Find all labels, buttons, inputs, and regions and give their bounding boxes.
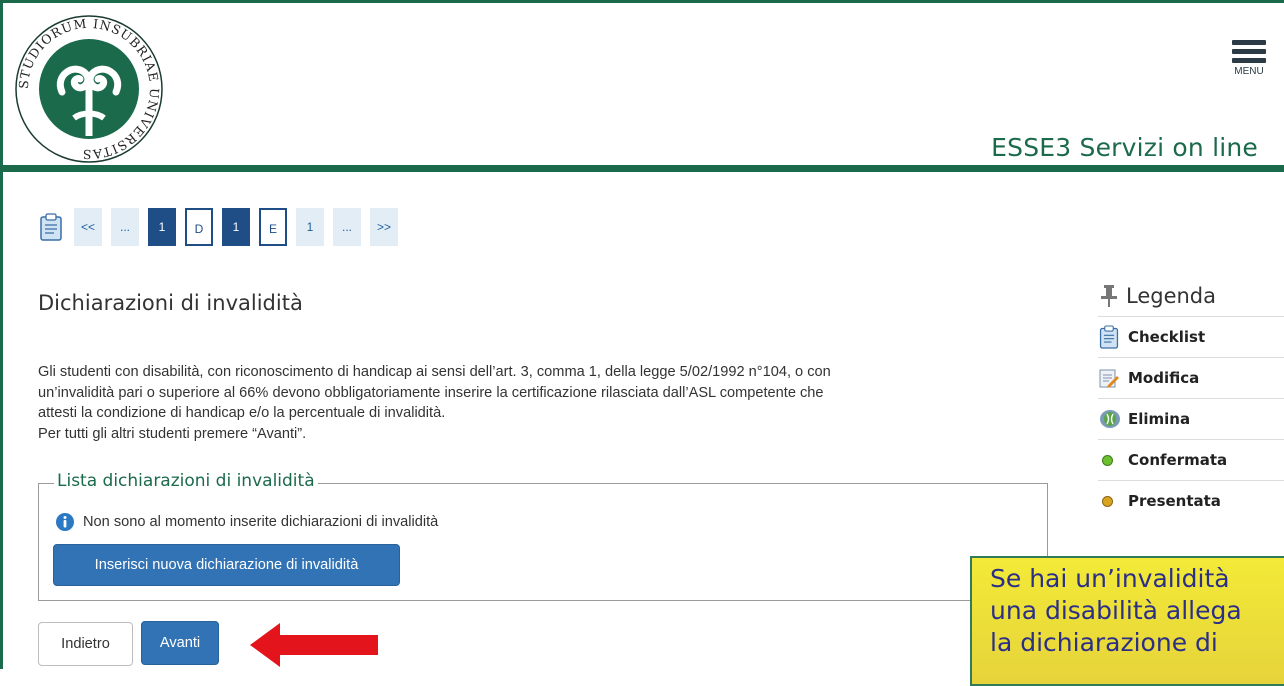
legend-item-modifica: Modifica [1098, 357, 1284, 398]
delete-icon [1100, 410, 1120, 428]
nav-step-1-current[interactable]: 1 [222, 208, 250, 246]
checklist-navigation: << ... 1 D 1 E 1 ... >> [38, 207, 407, 247]
callout-line: una disabilità allega [990, 596, 1242, 625]
yellow-dot-icon [1102, 495, 1113, 507]
site-title: ESSE3 Servizi on line [991, 133, 1258, 162]
header: STUDIORUM INSUBRIAE UNIVERSITAS MENU ESS… [0, 0, 1284, 172]
nav-step-1[interactable]: 1 [148, 208, 176, 246]
insert-declaration-button[interactable]: Inserisci nuova dichiarazione di invalid… [53, 544, 400, 586]
invalidity-list-fieldset: Lista dichiarazioni di invalidità Non so… [38, 471, 1048, 601]
red-arrow-icon [250, 623, 378, 667]
legend-item-presentata: Presentata [1098, 480, 1284, 521]
university-logo: STUDIORUM INSUBRIAE UNIVERSITAS [15, 15, 163, 163]
description-line: Gli studenti con disabilità, con riconos… [38, 364, 831, 380]
menu-label: MENU [1234, 66, 1264, 77]
legend-item-label: Elimina [1128, 410, 1191, 428]
legend-item-label: Checklist [1128, 328, 1206, 346]
nav-step-1-next[interactable]: 1 [296, 208, 324, 246]
nav-step-e[interactable]: E [259, 208, 287, 246]
legend-item-label: Confermata [1128, 451, 1228, 469]
nav-ellipsis-prev[interactable]: ... [111, 208, 139, 246]
description-line: un’invalidità pari o superiore al 66% de… [38, 384, 824, 401]
nav-first[interactable]: << [74, 208, 102, 246]
nav-last[interactable]: >> [370, 208, 398, 246]
checklist-icon[interactable] [38, 213, 64, 241]
pin-icon [1101, 285, 1117, 307]
description-line: Per tutti gli altri studenti premere “Av… [38, 425, 307, 442]
nav-ellipsis-next[interactable]: ... [333, 208, 361, 246]
fieldset-legend: Lista dichiarazioni di invalidità [54, 471, 318, 491]
page-title: Dichiarazioni di invalidità [38, 291, 303, 315]
legend-item-label: Presentata [1128, 492, 1221, 510]
callout-line: Se hai un’invalidità [990, 564, 1230, 593]
info-icon [56, 513, 74, 531]
hamburger-icon [1232, 40, 1266, 45]
legend-panel: Legenda Checklist Modifica Elimina Confe… [1098, 276, 1284, 521]
legend-header: Legenda [1098, 276, 1284, 316]
legend-title: Legenda [1126, 284, 1217, 308]
edit-icon [1099, 369, 1119, 388]
next-button[interactable]: Avanti [141, 621, 219, 665]
legend-item-elimina: Elimina [1098, 398, 1284, 439]
callout-note: Se hai un’invalidità una disabilità alle… [970, 556, 1284, 686]
description: Gli studenti con disabilità, con riconos… [38, 362, 1058, 444]
info-message-row: Non sono al momento inserite dichiarazio… [55, 512, 438, 532]
hamburger-icon-bar [1232, 58, 1266, 63]
info-message: Non sono al momento inserite dichiarazio… [83, 514, 439, 530]
checklist-icon [1099, 325, 1119, 349]
hamburger-icon-bar [1232, 49, 1266, 54]
legend-item-checklist: Checklist [1098, 316, 1284, 357]
green-dot-icon [1102, 454, 1113, 466]
menu-button[interactable]: MENU [1232, 40, 1266, 77]
back-button[interactable]: Indietro [38, 622, 133, 666]
legend-item-confermata: Confermata [1098, 439, 1284, 480]
callout-line: la dichiarazione di [990, 628, 1218, 657]
legend-item-label: Modifica [1128, 369, 1200, 387]
description-line: attesti la condizione di handicap e/o la… [38, 405, 446, 421]
nav-step-d[interactable]: D [185, 208, 213, 246]
